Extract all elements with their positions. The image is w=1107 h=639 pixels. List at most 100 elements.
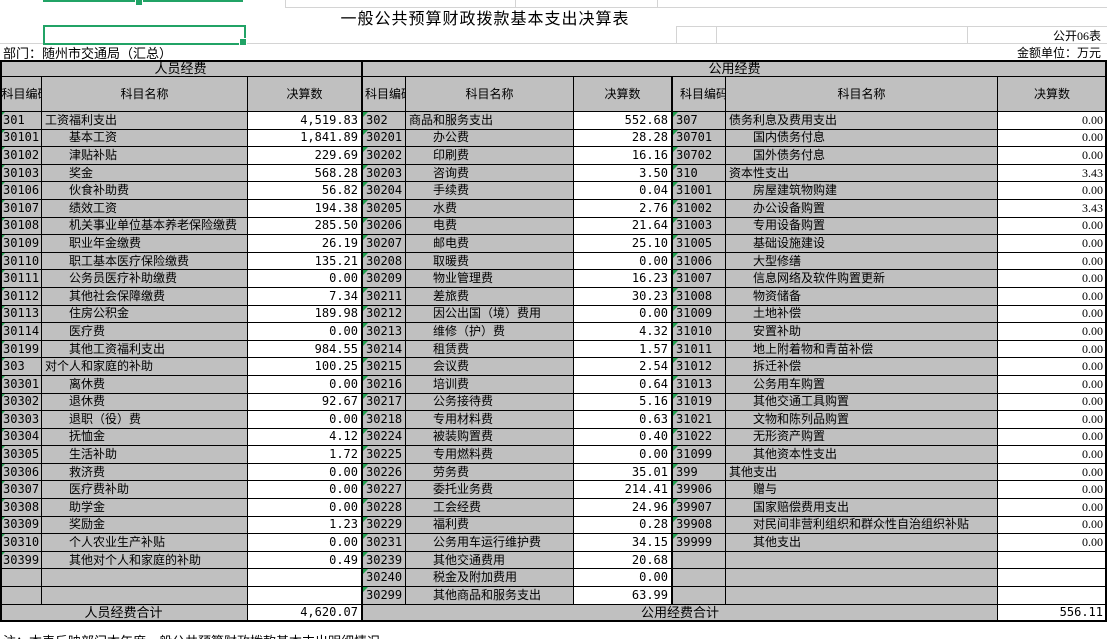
total-label-public[interactable]: 公用经费合计 [363,605,998,622]
name-cell[interactable]: 其他工资福利支出 [42,341,248,359]
value-cell[interactable]: 0.00 [998,394,1107,412]
name-cell[interactable]: 会议费 [406,358,574,376]
value-cell[interactable]: 0.00 [998,130,1107,148]
name-cell[interactable]: 委托业务费 [406,481,574,499]
value-cell[interactable]: 0.04 [574,182,673,200]
name-cell[interactable]: 邮电费 [406,235,574,253]
value-cell[interactable]: 194.38 [248,200,363,218]
name-cell[interactable]: 无形资产购置 [726,429,998,447]
value-cell[interactable]: 0.00 [248,464,363,482]
code-cell[interactable]: 31012 [673,358,726,376]
code-cell[interactable]: 31022 [673,429,726,447]
value-cell[interactable]: 0.00 [574,569,673,587]
name-cell[interactable]: 医疗费 [42,323,248,341]
column-header[interactable]: 科目名称 [726,77,998,112]
value-cell[interactable]: 0.00 [998,288,1107,306]
column-header[interactable]: 科目编码 [363,77,406,112]
name-cell[interactable]: 对民间非营利组织和群众性自治组织补贴 [726,517,998,535]
selected-cell[interactable] [43,25,246,45]
name-cell[interactable]: 生活补助 [42,446,248,464]
code-cell[interactable]: 30301 [0,376,42,394]
name-cell[interactable]: 公务员医疗补助缴费 [42,270,248,288]
name-cell[interactable]: 机关事业单位基本养老保险缴费 [42,218,248,236]
value-cell[interactable]: 2.76 [574,200,673,218]
fill-handle[interactable] [135,0,143,6]
code-cell[interactable]: 30702 [673,147,726,165]
code-cell[interactable]: 31011 [673,341,726,359]
value-cell[interactable]: 214.41 [574,481,673,499]
code-cell[interactable]: 30215 [363,358,406,376]
code-cell[interactable]: 30208 [363,253,406,271]
code-cell[interactable]: 31010 [673,323,726,341]
name-cell[interactable]: 津贴补贴 [42,147,248,165]
code-cell[interactable]: 30203 [363,165,406,183]
value-cell[interactable]: 0.00 [998,270,1107,288]
value-cell[interactable]: 0.63 [574,411,673,429]
value-cell[interactable]: 0.00 [998,446,1107,464]
code-cell[interactable]: 31021 [673,411,726,429]
code-cell[interactable]: 31007 [673,270,726,288]
value-cell[interactable]: 0.00 [248,411,363,429]
code-cell[interactable] [673,569,726,587]
value-cell[interactable]: 24.96 [574,499,673,517]
code-cell[interactable]: 30212 [363,306,406,324]
code-cell[interactable]: 30239 [363,552,406,570]
code-cell[interactable]: 30213 [363,323,406,341]
value-cell[interactable]: 1.57 [574,341,673,359]
code-cell[interactable]: 39906 [673,481,726,499]
value-cell[interactable]: 0.00 [998,376,1107,394]
code-cell[interactable]: 30240 [363,569,406,587]
value-cell[interactable]: 4.32 [574,323,673,341]
name-cell[interactable]: 工会经费 [406,499,574,517]
value-cell[interactable]: 0.00 [998,147,1107,165]
value-cell[interactable]: 0.00 [998,112,1107,130]
name-cell[interactable] [726,587,998,605]
code-cell[interactable]: 30112 [0,288,42,306]
code-cell[interactable]: 39999 [673,534,726,552]
name-cell[interactable]: 维修（护）费 [406,323,574,341]
name-cell[interactable]: 商品和服务支出 [406,112,574,130]
code-cell[interactable]: 30114 [0,323,42,341]
name-cell[interactable]: 其他对个人和家庭的补助 [42,552,248,570]
value-cell[interactable]: 568.28 [248,165,363,183]
code-cell[interactable]: 30101 [0,130,42,148]
value-cell[interactable]: 0.00 [998,358,1107,376]
value-cell[interactable]: 135.21 [248,253,363,271]
value-cell[interactable]: 26.19 [248,235,363,253]
code-cell[interactable]: 30202 [363,147,406,165]
value-cell[interactable]: 0.28 [574,517,673,535]
name-cell[interactable]: 赠与 [726,481,998,499]
value-cell[interactable]: 0.00 [998,341,1107,359]
name-cell[interactable]: 培训费 [406,376,574,394]
code-cell[interactable]: 30226 [363,464,406,482]
value-cell[interactable]: 28.28 [574,130,673,148]
code-cell[interactable]: 30302 [0,394,42,412]
code-cell[interactable]: 30303 [0,411,42,429]
value-cell[interactable]: 0.00 [998,218,1107,236]
value-cell[interactable] [248,587,363,605]
value-cell[interactable]: 3.43 [998,200,1107,218]
name-cell[interactable] [42,587,248,605]
name-cell[interactable]: 专用材料费 [406,411,574,429]
code-cell[interactable]: 30201 [363,130,406,148]
code-cell[interactable]: 31013 [673,376,726,394]
name-cell[interactable]: 退休费 [42,394,248,412]
code-cell[interactable]: 30111 [0,270,42,288]
value-cell[interactable]: 0.00 [998,517,1107,535]
name-cell[interactable]: 奖励金 [42,517,248,535]
fill-handle[interactable] [239,38,247,46]
name-cell[interactable]: 个人农业生产补贴 [42,534,248,552]
value-cell[interactable]: 984.55 [248,341,363,359]
code-cell[interactable]: 301 [0,112,42,130]
name-cell[interactable]: 其他交通工具购置 [726,394,998,412]
code-cell[interactable]: 30205 [363,200,406,218]
code-cell[interactable]: 30214 [363,341,406,359]
code-cell[interactable]: 30227 [363,481,406,499]
value-cell[interactable]: 0.00 [248,481,363,499]
code-cell[interactable]: 30225 [363,446,406,464]
value-cell[interactable]: 0.00 [998,182,1107,200]
name-cell[interactable]: 其他支出 [726,464,998,482]
name-cell[interactable]: 医疗费补助 [42,481,248,499]
column-header[interactable]: 科目名称 [42,77,248,112]
code-cell[interactable]: 30107 [0,200,42,218]
